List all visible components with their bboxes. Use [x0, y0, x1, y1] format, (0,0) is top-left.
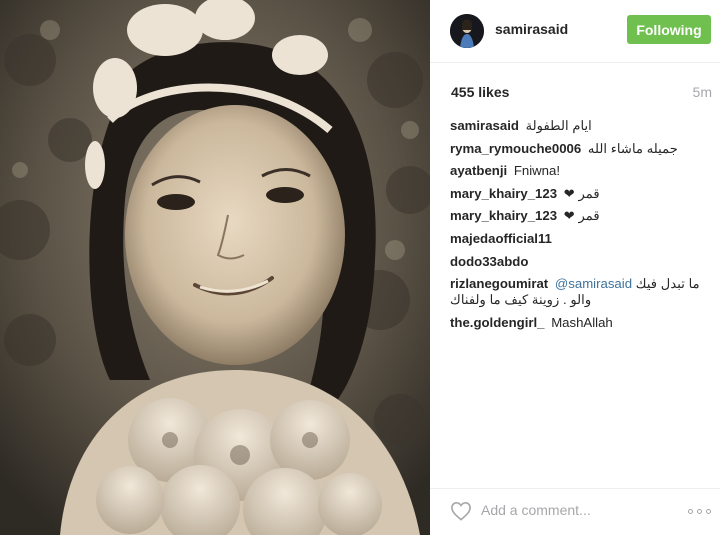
post-side-panel: samirasaid Following 455 likes 5m samira…	[430, 0, 720, 535]
comment-username[interactable]: dodo33abdo	[450, 254, 528, 269]
comment-username[interactable]: samirasaid	[450, 118, 519, 133]
comment-username[interactable]: rizlanegoumirat	[450, 276, 548, 291]
more-options-icon[interactable]	[688, 508, 714, 516]
comment-username[interactable]: ryma_rymouche0006	[450, 141, 581, 156]
post-header: samirasaid Following	[430, 0, 720, 63]
comment-item: samirasaid ايام الطفولة	[450, 118, 712, 134]
comment-username[interactable]: ayatbenji	[450, 163, 507, 178]
comment-item: mary_khairy_123 قمر ❤	[450, 208, 712, 224]
add-comment-input[interactable]	[481, 502, 661, 518]
heart-outline-icon[interactable]	[450, 501, 472, 521]
post-stats: 455 likes 5m	[450, 84, 712, 102]
comment-text: Fniwna!	[513, 163, 561, 179]
comment-text: قمر ❤	[563, 185, 600, 201]
comment-item: mary_khairy_123 قمر ❤	[450, 186, 712, 202]
comment-text: قمر ❤	[563, 208, 600, 224]
comment-item: the.goldengirl_ MashAllah	[450, 315, 712, 331]
comment-text: جميله ماشاء الله	[587, 140, 678, 156]
post-photo[interactable]	[0, 0, 430, 535]
comment-list: samirasaid ايام الطفولة ryma_rymouche000…	[450, 118, 712, 337]
comment-item: majedaofficial11	[450, 231, 712, 247]
following-button[interactable]: Following	[627, 15, 711, 44]
comment-text: ايام الطفولة	[525, 118, 592, 133]
post-footer	[430, 488, 720, 536]
comment-username[interactable]: majedaofficial11	[450, 231, 552, 246]
comment-item: ayatbenji Fniwna!	[450, 163, 712, 179]
avatar[interactable]	[450, 14, 484, 48]
comment-username[interactable]: mary_khairy_123	[450, 208, 557, 223]
comment-username[interactable]: the.goldengirl_	[450, 315, 545, 330]
username-link[interactable]: samirasaid	[495, 21, 568, 37]
comment-item: ryma_rymouche0006 جميله ماشاء الله	[450, 141, 712, 157]
comment-item: dodo33abdo	[450, 254, 712, 270]
comment-username[interactable]: mary_khairy_123	[450, 186, 557, 201]
comment-text: MashAllah	[551, 314, 613, 330]
comment-mention[interactable]: @samirasaid	[555, 276, 632, 291]
post-timestamp[interactable]: 5m	[693, 84, 712, 100]
likes-count[interactable]: 455 likes	[451, 84, 509, 100]
comment-item: rizlanegoumirat @samirasaid ما تبدل فيك …	[450, 276, 712, 308]
